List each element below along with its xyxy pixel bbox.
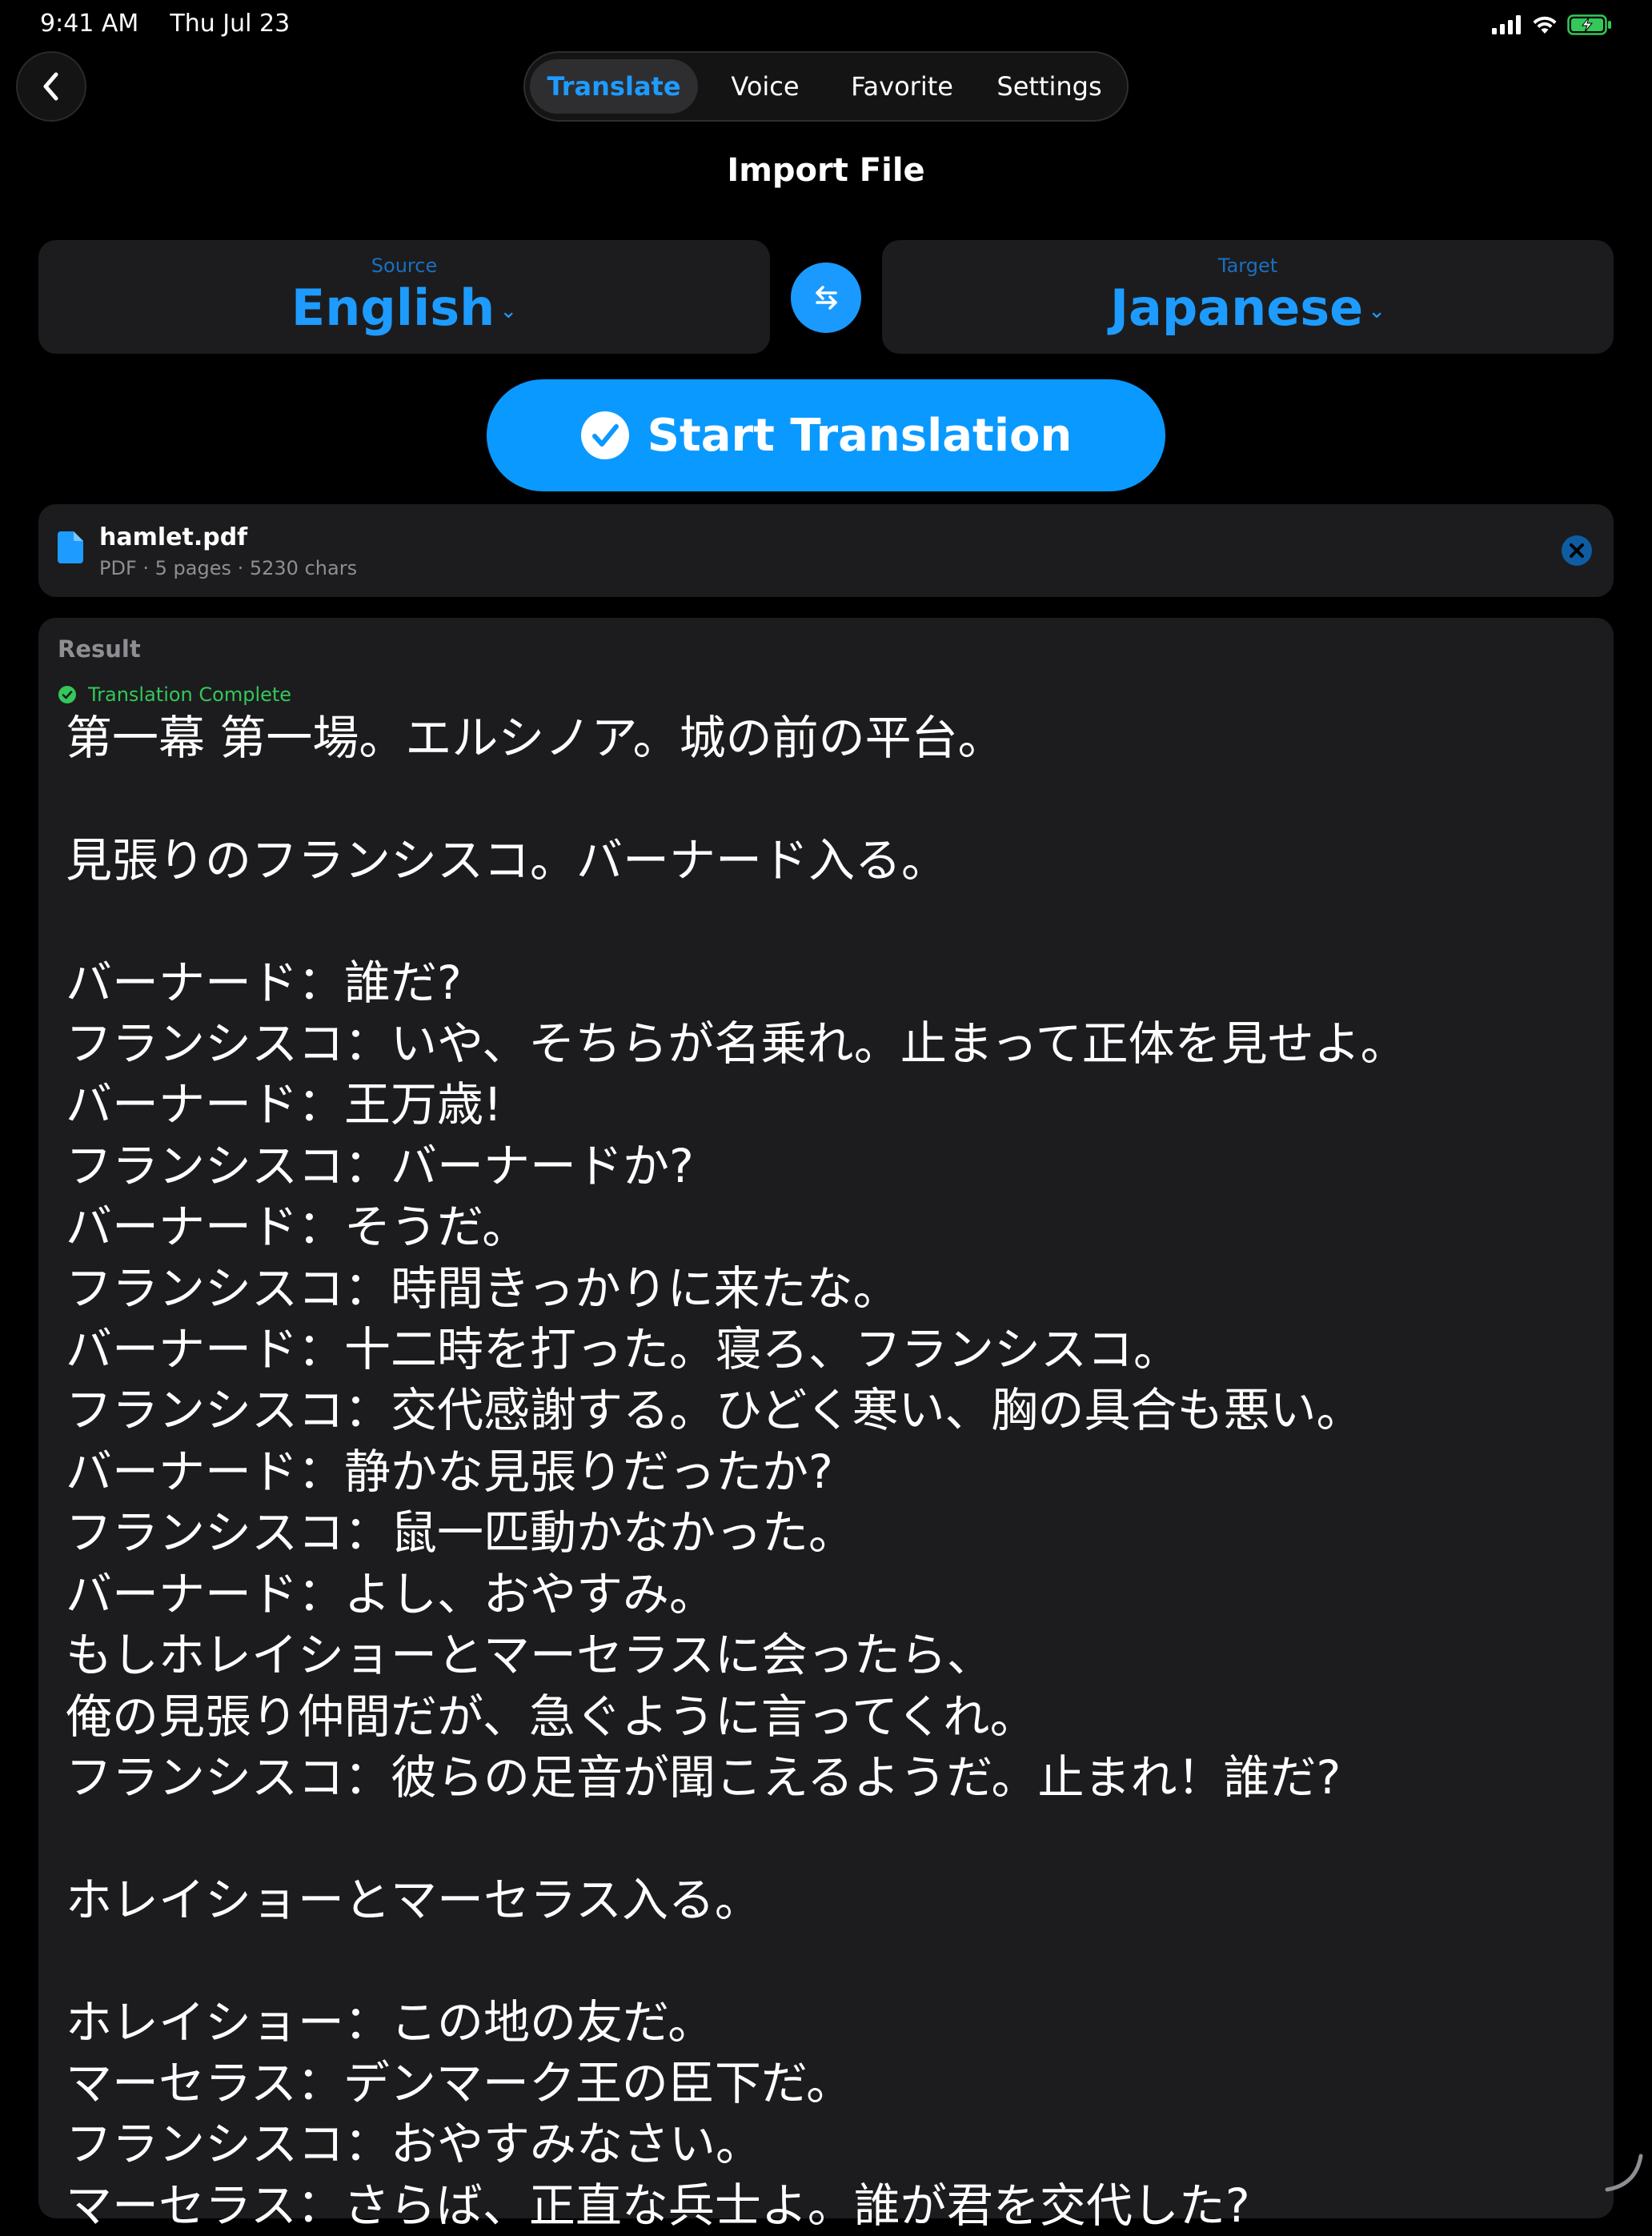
swap-arrows-icon (816, 286, 837, 310)
cellular-icon (1492, 15, 1521, 34)
scroll-indicator-icon (1605, 2154, 1643, 2192)
result-title: Result (58, 635, 141, 663)
result-status-text: Translation Complete (88, 683, 292, 706)
imported-file-card: hamlet.pdf PDF · 5 pages · 5230 chars (38, 504, 1614, 597)
translated-text[interactable]: 第一幕 第一場。エルシノア。城の前の平台。 見張りのフランシスコ。バーナード入る… (66, 707, 1586, 2236)
status-date: Thu Jul 23 (170, 10, 291, 38)
chevron-down-icon: ⌄ (499, 299, 518, 323)
tab-bar: Translate Voice Favorite Settings (523, 51, 1129, 122)
document-icon (58, 531, 83, 563)
file-meta: PDF · 5 pages · 5230 chars (99, 557, 358, 579)
target-language-caption: Target (1217, 254, 1278, 277)
wifi-icon (1533, 16, 1557, 34)
chevron-down-icon: ⌄ (1368, 299, 1386, 323)
checkmark-circle-icon (58, 686, 76, 703)
tab-translate[interactable]: Translate (530, 59, 698, 114)
result-status: Translation Complete (58, 683, 291, 706)
target-language-value: Japanese ⌄ (882, 278, 1614, 337)
close-circle-icon[interactable] (1561, 535, 1593, 567)
start-translation-label: Start Translation (647, 409, 1073, 462)
source-language-value: English ⌄ (38, 278, 770, 337)
tab-favorite[interactable]: Favorite (832, 59, 972, 114)
tab-settings[interactable]: Settings (980, 59, 1119, 114)
status-clock: 9:41 AM (40, 10, 139, 38)
source-language-name: English (291, 278, 495, 337)
target-language-name: Japanese (1109, 278, 1364, 337)
file-name: hamlet.pdf (99, 523, 248, 551)
status-icons (1492, 11, 1612, 38)
back-button[interactable] (16, 51, 86, 122)
start-translation-button[interactable]: Start Translation (487, 379, 1165, 491)
source-language-selector[interactable]: Source English ⌄ (38, 240, 770, 354)
page-title: Import File (727, 152, 925, 189)
checkmark-circle-icon (580, 411, 629, 459)
status-time: 9:41 AM Thu Jul 23 (40, 10, 290, 38)
result-card: Result Translation Complete 第一幕 第一場。エルシノ… (38, 618, 1614, 2233)
swap-languages-button[interactable] (791, 262, 861, 333)
tab-voice[interactable]: Voice (706, 59, 824, 114)
target-language-selector[interactable]: Target Japanese ⌄ (882, 240, 1614, 354)
battery-charging-icon (1567, 14, 1611, 35)
chevron-left-icon (43, 72, 58, 101)
status-bar: 9:41 AM Thu Jul 23 (0, 0, 1652, 50)
source-language-caption: Source (371, 254, 438, 277)
